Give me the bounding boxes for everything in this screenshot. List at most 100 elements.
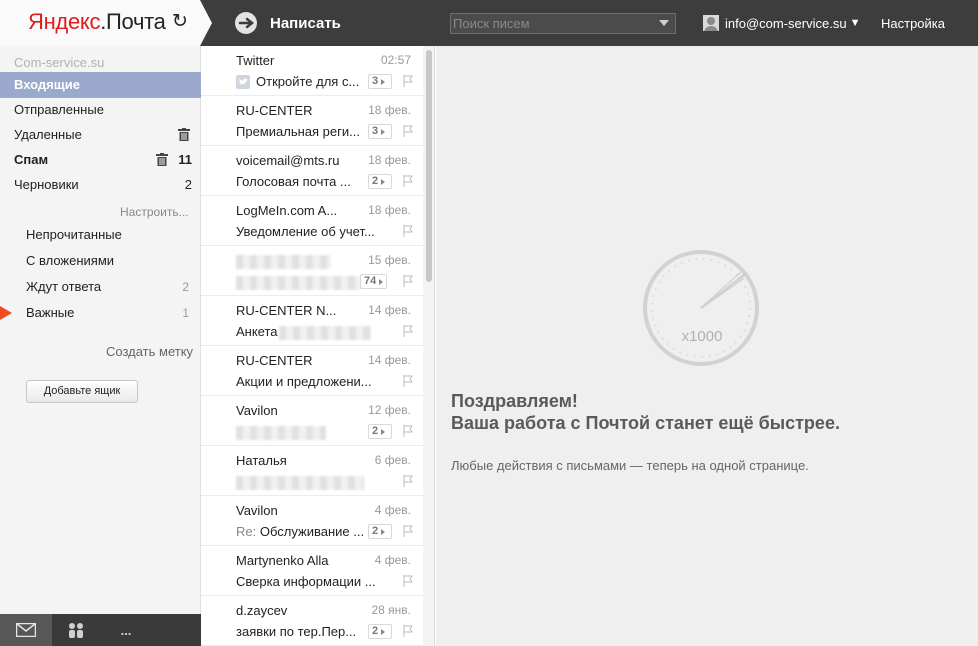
message-item[interactable]: Twitter 02:57 Откройте для с... 3 [201,46,423,96]
compose-button[interactable]: Написать [234,11,341,35]
message-item[interactable]: d.zaycev 28 янв. заявки по тер.Пер... 2 [201,596,423,646]
thread-count: 2 [372,175,379,187]
play-arrow-icon [381,428,386,435]
label-text: Ждут ответа [26,279,102,294]
logo-mail-text: Почта [106,9,166,34]
user-menu[interactable]: info@com-service.su ▼ [703,14,860,32]
account-name[interactable]: Com-service.su [14,55,104,70]
chevron-down-icon: ▼ [849,17,861,29]
message-sender: RU-CENTER [236,103,313,118]
top-bar: Яндекс.Почта ↻ Написать info@com-service… [0,0,978,46]
trash-icon[interactable] [156,153,168,166]
compose-icon [235,12,257,34]
message-item[interactable]: Vavilon 12 фев. 2 [201,396,423,446]
promo-title-line1: Поздравляем! [451,391,578,411]
label-attachments[interactable]: С вложениями [0,248,201,274]
message-list: Twitter 02:57 Откройте для с... 3 RU-CEN… [201,46,435,646]
flag-icon[interactable] [403,125,413,137]
folder-spam[interactable]: Спам 11 [0,147,201,173]
message-subject: заявки по тер.Пер... [236,624,357,639]
folder-label: Отправленные [14,102,104,117]
thread-count-badge[interactable]: 74 [360,274,388,289]
thread-count-badge[interactable]: 2 [368,174,392,189]
message-date: 18 фев. [368,203,411,217]
message-date: 6 фев. [374,453,411,467]
message-date: 15 фев. [368,253,411,267]
search-dropdown-arrow-icon[interactable] [659,20,669,26]
label-text: Важные [26,305,75,320]
message-subject: Голосовая почта ... [236,174,351,189]
label-text: Непрочитанные [26,227,122,242]
flag-icon[interactable] [403,75,413,87]
message-item[interactable]: voicemail@mts.ru 18 фев. Голосовая почта… [201,146,423,196]
flag-icon[interactable] [403,575,413,587]
folder-inbox[interactable]: Входящие [0,72,201,98]
message-date: 14 фев. [368,353,411,367]
message-date: 4 фев. [374,553,411,567]
thread-count: 3 [372,125,379,137]
folder-label: Черновики [14,177,79,192]
thread-count-badge[interactable]: 3 [368,124,392,139]
message-sender: voicemail@mts.ru [236,153,340,168]
folder-deleted[interactable]: Удаленные [0,122,201,148]
redacted-subject [236,476,364,490]
message-item[interactable]: RU-CENTER N... 14 фев. Анкета [201,296,423,346]
flag-icon[interactable] [403,425,413,437]
message-item[interactable]: Vavilon 4 фев. Re: Обслуживание ... 2 [201,496,423,546]
logo-area: Яндекс.Почта ↻ [0,0,212,46]
message-subject: Акции и предложени... [236,374,372,389]
play-arrow-icon [381,178,386,185]
message-item[interactable]: RU-CENTER 14 фев. Акции и предложени... [201,346,423,396]
add-mailbox-button[interactable]: Добавьте ящик [26,380,138,403]
promo-title: Поздравляем! Ваша работа с Почтой станет… [451,390,840,434]
folder-count: 2 [184,177,192,192]
flag-icon[interactable] [403,225,413,237]
thread-count-badge[interactable]: 2 [368,624,392,639]
search-input[interactable] [451,14,651,33]
label-awaiting-reply[interactable]: Ждут ответа 2 [0,274,201,300]
create-label-link[interactable]: Создать метку [106,344,193,359]
flag-icon[interactable] [403,175,413,187]
search-box[interactable] [450,13,676,34]
flag-icon[interactable] [403,275,413,287]
trash-icon[interactable] [178,128,190,141]
folder-count: 11 [178,152,192,167]
message-item[interactable]: Martynenko Alla 4 фев. Сверка информации… [201,546,423,596]
thread-count-badge[interactable]: 2 [368,524,392,539]
message-item[interactable]: LogMeIn.com A... 18 фев. Уведомление об … [201,196,423,246]
flag-icon[interactable] [403,525,413,537]
mail-tab[interactable] [0,614,52,646]
message-sender: Twitter [236,53,275,68]
scrollbar-thumb[interactable] [426,50,432,282]
message-sender: RU-CENTER [236,353,313,368]
message-date: 28 янв. [371,603,411,617]
flag-icon[interactable] [403,475,413,487]
message-sender: RU-CENTER N... [236,303,337,318]
message-date: 18 фев. [368,103,411,117]
redacted-sender [236,255,331,269]
refresh-icon[interactable]: ↻ [170,12,190,32]
label-important[interactable]: Важные 1 [0,300,201,326]
play-arrow-icon [381,78,386,85]
yandex-mail-logo[interactable]: Яндекс.Почта [28,9,166,35]
flag-icon[interactable] [403,325,413,337]
message-item[interactable]: Наталья 6 фев. [201,446,423,496]
speedometer-icon: x1000 [643,250,759,366]
message-item[interactable]: 15 фев. 74 [201,246,423,296]
message-sender: Vavilon [236,403,278,418]
label-unread[interactable]: Непрочитанные [0,222,201,248]
more-tab[interactable]: ... [100,614,152,646]
thread-count-badge[interactable]: 3 [368,74,392,89]
setup-folders-link[interactable]: Настроить... [120,205,189,219]
flag-icon[interactable] [403,375,413,387]
message-subject: Сверка информации ... [236,574,376,589]
folder-sent[interactable]: Отправленные [0,97,201,123]
contacts-tab[interactable] [52,614,100,646]
user-email: info@com-service.su [725,15,847,31]
flag-icon[interactable] [403,625,413,637]
settings-link[interactable]: Настройка [881,16,945,31]
thread-count-badge[interactable]: 2 [368,424,392,439]
message-item[interactable]: RU-CENTER 18 фев. Премиальная реги... 3 [201,96,423,146]
folder-drafts[interactable]: Черновики 2 [0,172,201,198]
message-date: 18 фев. [368,153,411,167]
